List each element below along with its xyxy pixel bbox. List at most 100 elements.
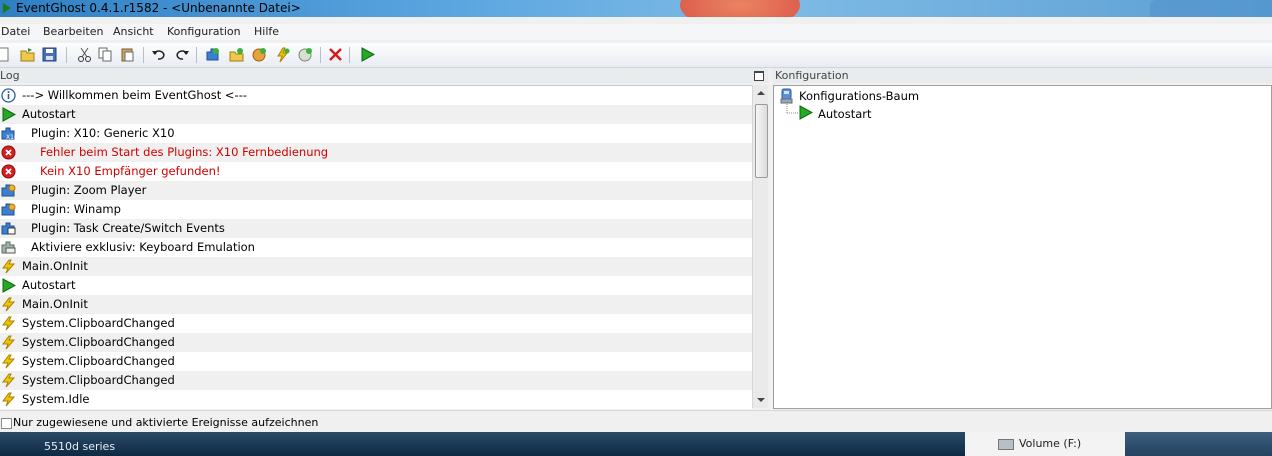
menu-hilfe[interactable]: Hilfe bbox=[254, 25, 279, 38]
config-panel-title: Konfiguration bbox=[775, 69, 849, 82]
log-row[interactable]: Plugin: Winamp bbox=[0, 200, 752, 219]
config-panel-header: Konfiguration bbox=[773, 68, 1272, 83]
log-row[interactable]: Main.OnInit bbox=[0, 295, 752, 314]
drive-icon bbox=[998, 439, 1014, 450]
scroll-up-icon[interactable] bbox=[757, 91, 765, 95]
new-file-icon bbox=[0, 47, 9, 62]
play-icon bbox=[1, 278, 17, 293]
menu-bar: Datei Bearbeiten Ansicht Konfiguration Hilfe bbox=[0, 24, 1272, 40]
toolbar-separator bbox=[349, 47, 350, 63]
status-bar: Nur zugewiesene und aktivierte Ereigniss… bbox=[0, 410, 1272, 433]
log-row[interactable]: Plugin: Zoom Player bbox=[0, 181, 752, 200]
log-row-text: Autostart bbox=[22, 278, 76, 292]
log-row[interactable]: System.ClipboardChanged bbox=[0, 314, 752, 333]
log-row[interactable]: System.ClipboardChanged bbox=[0, 371, 752, 390]
log-row[interactable]: Kein X10 Empfänger gefunden! bbox=[0, 162, 752, 181]
undo-button[interactable] bbox=[151, 47, 166, 62]
log-row[interactable]: Autostart bbox=[0, 105, 752, 124]
log-row-text: System.ClipboardChanged bbox=[22, 373, 175, 387]
lightning-icon bbox=[1, 259, 16, 274]
record-filter-label[interactable]: Nur zugewiesene und aktivierte Ereigniss… bbox=[13, 416, 318, 429]
paste-button[interactable] bbox=[120, 47, 135, 62]
save-button[interactable] bbox=[42, 47, 57, 62]
log-row[interactable]: Main.OnInit bbox=[0, 257, 752, 276]
log-row[interactable]: System.ClipboardChanged bbox=[0, 352, 752, 371]
log-list[interactable]: ---> Willkommen beim EventGhost <--- Auto… bbox=[0, 85, 752, 409]
execute-button[interactable] bbox=[360, 47, 376, 62]
log-panel-title: Log bbox=[0, 69, 20, 82]
log-row[interactable]: System.ClipboardChanged bbox=[0, 333, 752, 352]
toolbar-separator bbox=[320, 47, 321, 63]
log-row[interactable]: Aktiviere exklusiv: Keyboard Emulation bbox=[0, 238, 752, 257]
redo-icon bbox=[176, 50, 189, 60]
log-row[interactable]: Autostart bbox=[0, 276, 752, 295]
scroll-thumb[interactable] bbox=[755, 104, 768, 178]
log-row[interactable]: X10 Plugin: X10: Generic X10 bbox=[0, 124, 752, 143]
menu-bearbeiten[interactable]: Bearbeiten bbox=[43, 25, 103, 38]
log-row-text: Kein X10 Empfänger gefunden! bbox=[40, 164, 221, 178]
menu-konfiguration[interactable]: Konfiguration bbox=[167, 25, 241, 38]
delete-button[interactable] bbox=[328, 47, 343, 62]
error-icon bbox=[1, 164, 16, 179]
add-folder-button[interactable] bbox=[229, 47, 244, 62]
add-folder-icon bbox=[229, 48, 244, 62]
toolbar bbox=[0, 43, 1272, 68]
desktop-window-right bbox=[1125, 432, 1272, 456]
play-icon bbox=[1, 107, 17, 122]
add-plugin-button[interactable] bbox=[205, 47, 220, 62]
plugin-keyboard-icon bbox=[1, 240, 16, 255]
log-row-text: System.ClipboardChanged bbox=[22, 335, 175, 349]
record-filter-checkbox[interactable] bbox=[1, 418, 12, 429]
add-macro-icon bbox=[252, 48, 266, 62]
add-action-button[interactable] bbox=[298, 47, 313, 62]
lightning-icon bbox=[1, 297, 16, 312]
log-panel-header: Log bbox=[0, 68, 768, 83]
plugin-icon bbox=[1, 183, 16, 198]
redo-button[interactable] bbox=[175, 47, 190, 62]
plugin-task-icon bbox=[1, 221, 16, 236]
lightning-icon bbox=[1, 392, 16, 407]
paste-icon bbox=[121, 48, 134, 62]
log-row-text: System.ClipboardChanged bbox=[22, 316, 175, 330]
menu-datei[interactable]: Datei bbox=[1, 25, 30, 38]
execute-icon bbox=[361, 47, 376, 62]
maximize-panel-icon[interactable] bbox=[754, 71, 764, 81]
log-row-text: Plugin: X10: Generic X10 bbox=[31, 126, 175, 140]
log-scrollbar[interactable] bbox=[752, 85, 769, 408]
lightning-icon bbox=[1, 354, 16, 369]
scroll-down-icon[interactable] bbox=[757, 398, 765, 402]
log-row[interactable]: Plugin: Task Create/Switch Events bbox=[0, 219, 752, 238]
log-row-text: System.Idle bbox=[22, 392, 90, 406]
log-row-text: Main.OnInit bbox=[22, 297, 88, 311]
add-event-button[interactable] bbox=[275, 47, 290, 63]
save-icon bbox=[42, 47, 57, 62]
title-bar[interactable]: EventGhost 0.4.1.r1582 - <Unbenannte Dat… bbox=[0, 0, 1272, 17]
new-file-button[interactable] bbox=[0, 47, 11, 62]
toolbar-separator bbox=[66, 47, 67, 63]
log-row-text: Fehler beim Start des Plugins: X10 Fernb… bbox=[40, 145, 329, 159]
copy-icon bbox=[98, 47, 112, 62]
error-icon bbox=[1, 145, 16, 160]
log-row-text: Main.OnInit bbox=[22, 259, 88, 273]
add-plugin-icon bbox=[206, 48, 219, 61]
desktop-background: 5510d series Volume (F:) bbox=[0, 432, 1272, 456]
window-title: EventGhost 0.4.1.r1582 - <Unbenannte Dat… bbox=[16, 1, 301, 15]
config-tree-item-autostart[interactable]: Autostart bbox=[818, 107, 872, 121]
log-row[interactable]: System.Idle bbox=[0, 390, 752, 409]
drive-label[interactable]: Volume (F:) bbox=[1019, 437, 1081, 450]
log-row-text: Plugin: Task Create/Switch Events bbox=[31, 221, 225, 235]
menu-ansicht[interactable]: Ansicht bbox=[113, 25, 154, 38]
svg-text:X10: X10 bbox=[6, 134, 16, 141]
info-icon bbox=[1, 88, 16, 103]
log-row[interactable]: ---> Willkommen beim EventGhost <--- bbox=[0, 86, 752, 105]
copy-button[interactable] bbox=[98, 47, 113, 62]
add-macro-button[interactable] bbox=[252, 47, 267, 62]
log-row[interactable]: Fehler beim Start des Plugins: X10 Fernb… bbox=[0, 143, 752, 162]
lightning-icon bbox=[1, 373, 16, 388]
cut-button[interactable] bbox=[77, 47, 92, 62]
lightning-icon bbox=[1, 335, 16, 350]
config-tree-root[interactable]: Konfigurations-Baum bbox=[799, 89, 919, 103]
config-tree[interactable]: Konfigurations-Baum Autostart bbox=[773, 85, 1272, 409]
open-folder-button[interactable] bbox=[20, 47, 35, 62]
plugin-x10-icon: X10 bbox=[1, 126, 18, 141]
